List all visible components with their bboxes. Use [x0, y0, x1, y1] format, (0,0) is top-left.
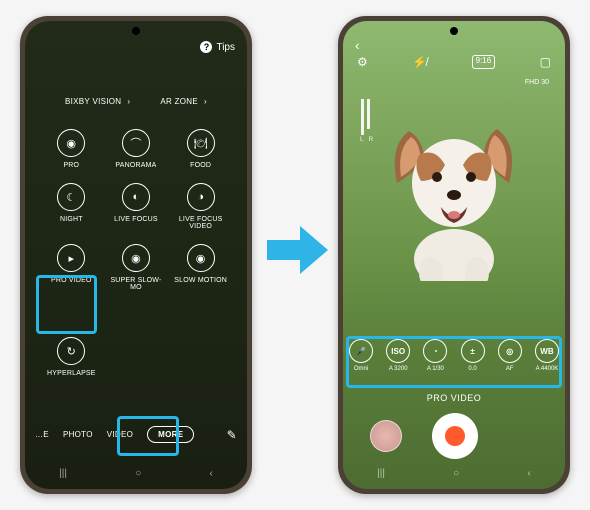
control-mic[interactable]: 🎤 Omni: [349, 339, 373, 372]
focus-icon: ◎: [498, 339, 522, 363]
mode-pro-video[interactable]: ▸ PRO VIDEO: [40, 244, 102, 291]
control-label: A 4400K: [536, 366, 559, 372]
front-camera-notch: [132, 27, 140, 35]
chevron-right-icon: ›: [127, 97, 130, 106]
nav-back-icon[interactable]: ‹: [210, 468, 213, 479]
mode-label: LIVE FOCUS VIDEO: [170, 216, 232, 230]
gallery-thumbnail[interactable]: [370, 420, 402, 452]
mode-live-focus[interactable]: ◐ LIVE FOCUS: [105, 183, 167, 230]
nav-back-icon[interactable]: ‹: [528, 468, 531, 479]
mode-label: PRO: [63, 162, 79, 169]
mode-label: FOOD: [190, 162, 211, 169]
chevron-right-icon: ›: [204, 97, 207, 106]
audio-level-meter: [361, 99, 370, 135]
flash-off-icon[interactable]: ⚡̸: [412, 55, 427, 69]
mode-live-focus-video[interactable]: ◑ LIVE FOCUS VIDEO: [170, 183, 232, 230]
mode-pro[interactable]: ◉ PRO: [40, 129, 102, 169]
tab-video[interactable]: VIDEO: [107, 430, 133, 439]
aspect-ratio-button[interactable]: 9:16: [472, 55, 496, 69]
mode-panorama[interactable]: ⌒ PANORAMA: [105, 129, 167, 169]
front-camera-notch: [450, 27, 458, 35]
ar-zone-label: AR ZONE: [160, 97, 198, 106]
phone-left: ? Tips BIXBY VISION › AR ZONE › ◉ PRO: [20, 16, 252, 494]
iso-icon: ISO: [386, 339, 410, 363]
back-button[interactable]: ‹: [355, 37, 360, 53]
phone-right: ‹ ⚙ ⚡̸ 9:16 ▢ FHD 30 L R 🎤 Omni ISO: [338, 16, 570, 494]
control-label: 0.0: [468, 366, 476, 372]
mode-label: SLOW MOTION: [174, 277, 227, 284]
tab-truncated[interactable]: …E: [35, 430, 49, 439]
control-label: A 1/30: [427, 366, 444, 372]
control-label: A 3200: [389, 366, 408, 372]
bixby-vision-label: BIXBY VISION: [65, 97, 121, 106]
control-shutter[interactable]: ◔ A 1/30: [423, 339, 447, 372]
live-focus-video-icon: ◑: [187, 183, 215, 211]
question-icon: ?: [200, 41, 212, 53]
ev-icon: ±: [461, 339, 485, 363]
record-button[interactable]: [432, 413, 478, 459]
mode-hyperlapse[interactable]: ↻ HYPERLAPSE: [40, 337, 102, 377]
control-label: Omni: [354, 366, 368, 372]
resolution-label: FHD 30: [525, 79, 549, 86]
mode-night[interactable]: ☾ NIGHT: [40, 183, 102, 230]
mode-title: PRO VIDEO: [343, 393, 565, 403]
settings-icon[interactable]: ⚙: [357, 55, 368, 69]
nav-recents-icon[interactable]: |||: [59, 468, 67, 479]
moon-icon: ☾: [57, 183, 85, 211]
tips-label: Tips: [216, 42, 235, 53]
bixby-vision-link[interactable]: BIXBY VISION ›: [65, 97, 130, 106]
control-ev[interactable]: ± 0.0: [461, 339, 485, 372]
nav-home-icon[interactable]: ○: [135, 468, 141, 479]
mode-super-slow-mo[interactable]: ◉ SUPER SLOW-MO: [105, 244, 167, 291]
audio-lr-label: L R: [360, 137, 375, 143]
mode-label: HYPERLAPSE: [47, 370, 96, 377]
nav-recents-icon[interactable]: |||: [377, 468, 385, 479]
mode-label: PANORAMA: [115, 162, 156, 169]
control-wb[interactable]: WB A 4400K: [535, 339, 559, 372]
control-label: AF: [506, 366, 514, 372]
mode-slow-motion[interactable]: ◉ SLOW MOTION: [170, 244, 232, 291]
live-focus-icon: ◐: [122, 183, 150, 211]
ar-zone-link[interactable]: AR ZONE ›: [160, 97, 207, 106]
slow-motion-icon: ◉: [187, 244, 215, 272]
tab-photo[interactable]: PHOTO: [63, 430, 93, 439]
food-icon: 🍽: [187, 129, 215, 157]
tips-button[interactable]: ? Tips: [200, 41, 235, 53]
control-iso[interactable]: ISO A 3200: [386, 339, 410, 372]
wb-icon: WB: [535, 339, 559, 363]
aperture-icon: ◉: [57, 129, 85, 157]
control-focus[interactable]: ◎ AF: [498, 339, 522, 372]
tab-more[interactable]: MORE: [147, 426, 194, 443]
pro-video-screen: ‹ ⚙ ⚡̸ 9:16 ▢ FHD 30 L R 🎤 Omni ISO: [343, 21, 565, 489]
record-dot-icon: [445, 426, 465, 446]
edit-modes-icon[interactable]: ✎: [227, 428, 237, 442]
mode-label: LIVE FOCUS: [114, 216, 158, 223]
super-slow-mo-icon: ◉: [122, 244, 150, 272]
camera-more-modes-screen: ? Tips BIXBY VISION › AR ZONE › ◉ PRO: [25, 21, 247, 489]
hyperlapse-icon: ↻: [57, 337, 85, 365]
mode-label: PRO VIDEO: [51, 277, 92, 284]
panorama-icon: ⌒: [122, 129, 150, 157]
arrow-right-icon: [262, 220, 332, 280]
mode-label: SUPER SLOW-MO: [105, 277, 167, 291]
mode-food[interactable]: 🍽 FOOD: [170, 129, 232, 169]
mic-icon: 🎤: [349, 339, 373, 363]
histogram-icon[interactable]: ▢: [540, 55, 551, 69]
mode-label: NIGHT: [60, 216, 83, 223]
shutter-icon: ◔: [423, 339, 447, 363]
play-icon: ▸: [57, 244, 85, 272]
nav-home-icon[interactable]: ○: [453, 468, 459, 479]
